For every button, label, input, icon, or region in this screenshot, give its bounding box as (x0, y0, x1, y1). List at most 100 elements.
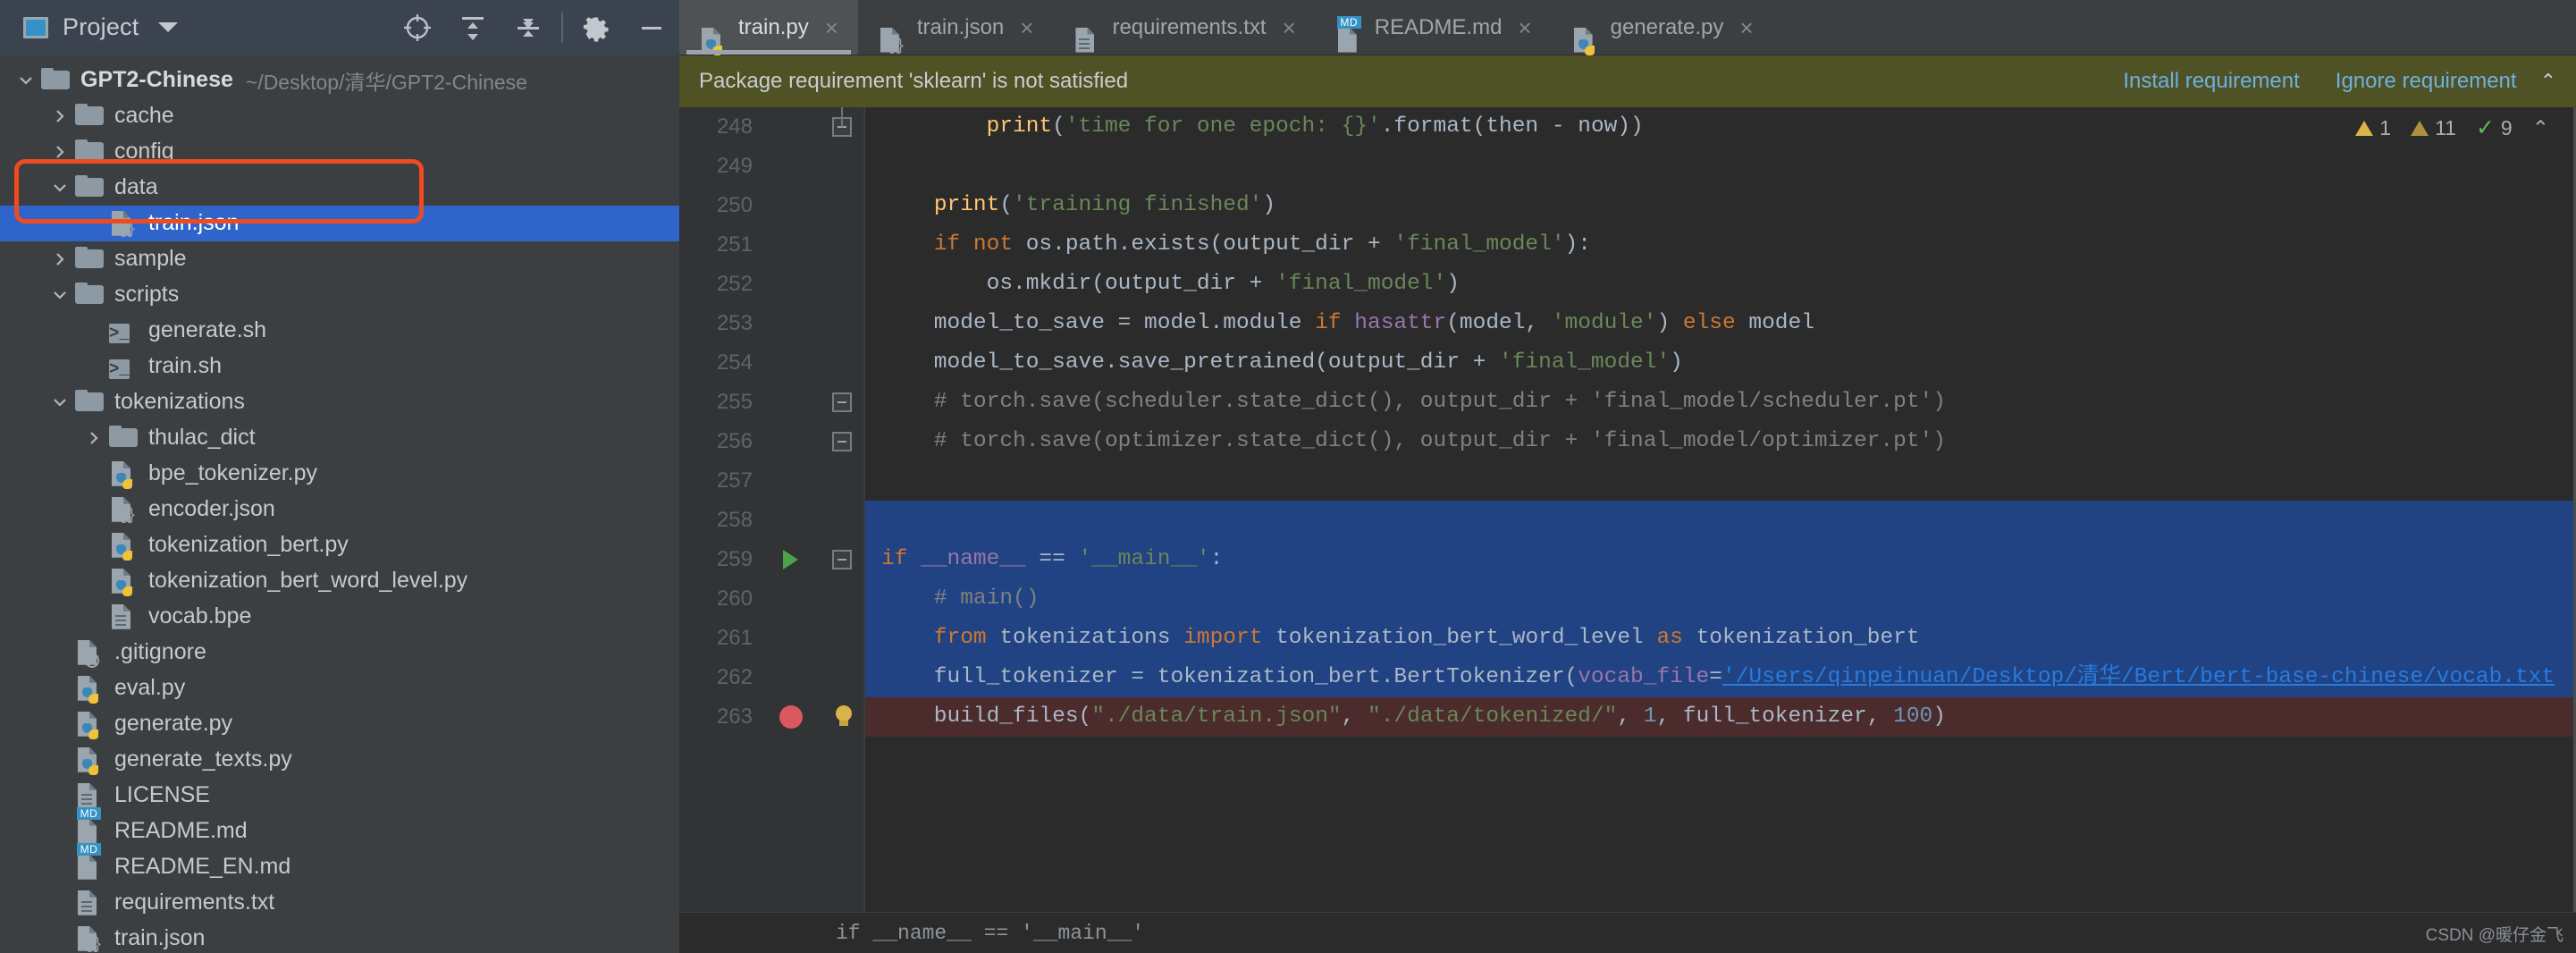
tree-item-readme-md[interactable]: MDREADME.md (0, 814, 679, 849)
hide-panel-icon[interactable] (624, 0, 679, 55)
close-icon[interactable]: × (1518, 16, 1531, 39)
tree-item-config[interactable]: config (0, 134, 679, 170)
editor-tab-bar[interactable]: train.py×{}train.json×requirements.txt×M… (679, 0, 2576, 55)
inspection-warnings[interactable]: 1 (2355, 116, 2391, 140)
tree-item-train-json[interactable]: {}train.json (0, 206, 679, 241)
close-icon[interactable]: × (825, 16, 838, 39)
run-gutter-icon[interactable] (783, 550, 798, 569)
tree-item-encoder-json[interactable]: {}encoder.json (0, 492, 679, 527)
inspection-weak-warnings[interactable]: 11 (2411, 116, 2456, 140)
code-editor[interactable]: 2482492502512522532542552562572582592602… (679, 107, 2576, 912)
code-line[interactable]: model_to_save.save_pretrained(output_dir… (863, 343, 2576, 383)
tree-item-tokenization-bert-word-level-py[interactable]: tokenization_bert_word_level.py (0, 563, 679, 599)
line-number: 256 (679, 422, 769, 461)
code-line[interactable] (863, 501, 2576, 540)
tree-item-thulac-dict[interactable]: thulac_dict (0, 420, 679, 456)
code-line[interactable]: os.mkdir(output_dir + 'final_model') (863, 265, 2576, 304)
watermark: CSDN @暖仔金飞 (2426, 922, 2563, 946)
code-line[interactable]: print('training finished') (863, 186, 2576, 225)
code-line[interactable]: # torch.save(scheduler.state_dict(), out… (863, 383, 2576, 422)
tree-item-license[interactable]: LICENSE (0, 778, 679, 814)
chevron-right-icon[interactable] (48, 140, 72, 164)
breakpoint-icon[interactable] (779, 705, 803, 729)
intention-bulb-icon[interactable] (833, 705, 854, 729)
tree-item-sample[interactable]: sample (0, 241, 679, 277)
tab-label: requirements.txt (1112, 15, 1266, 40)
line-number: 258 (679, 501, 769, 540)
notification-collapse-icon[interactable]: ⌃ (2540, 70, 2556, 93)
editor-tab-train-py[interactable]: train.py× (679, 0, 858, 55)
tab-label: README.md (1375, 15, 1503, 40)
fold-toggle-icon[interactable] (832, 550, 852, 569)
warning-count: 1 (2379, 116, 2391, 140)
tree-item-eval-py[interactable]: eval.py (0, 670, 679, 706)
code-line[interactable]: from tokenizations import tokenization_b… (863, 619, 2576, 658)
tree-item-label: train.json (148, 212, 239, 234)
settings-gear-icon[interactable] (568, 0, 624, 55)
tree-spacer (82, 319, 105, 342)
tree-item-scripts[interactable]: scripts (0, 277, 679, 313)
expand-all-icon[interactable] (445, 0, 501, 55)
tree-spacer (48, 713, 72, 736)
code-line[interactable]: full_tokenizer = tokenization_bert.BertT… (863, 658, 2576, 697)
tree-item-bpe-tokenizer-py[interactable]: bpe_tokenizer.py (0, 456, 679, 492)
tree-item-generate-py[interactable]: generate.py (0, 706, 679, 742)
chevron-down-icon[interactable] (48, 283, 72, 307)
chevron-down-icon[interactable] (48, 176, 72, 199)
chevron-down-icon[interactable] (158, 22, 178, 32)
project-file-tree[interactable]: GPT2-Chinese~/Desktop/清华/GPT2-Chinesecac… (0, 55, 679, 953)
code-line[interactable]: if __name__ == '__main__': (863, 540, 2576, 579)
code-line[interactable]: model_to_save = model.module if hasattr(… (863, 304, 2576, 343)
tree-spacer (82, 498, 105, 521)
editor-tab-requirements-txt[interactable]: requirements.txt × (1053, 0, 1315, 55)
editor-tab-generate-py[interactable]: generate.py× (1552, 0, 1773, 55)
code-line[interactable]: # torch.save(optimizer.state_dict(), out… (863, 422, 2576, 461)
close-icon[interactable]: × (1283, 16, 1296, 39)
gutter-marker-column[interactable] (769, 107, 822, 912)
tree-item-tokenizations[interactable]: tokenizations (0, 384, 679, 420)
code-line[interactable] (863, 461, 2576, 501)
chevron-down-icon[interactable] (14, 69, 38, 92)
tree-item-gpt2-chinese[interactable]: GPT2-Chinese~/Desktop/清华/GPT2-Chinese (0, 63, 679, 98)
tree-item-generate-texts-py[interactable]: generate_texts.py (0, 742, 679, 778)
tree-item-train-json[interactable]: {}train.json (0, 921, 679, 953)
tree-spacer (48, 891, 72, 915)
inspection-widget[interactable]: 1 11 ✓ 9 ⌃ (2355, 116, 2549, 140)
editor-tab-readme-md[interactable]: MDREADME.md× (1316, 0, 1552, 55)
line-number: 251 (679, 225, 769, 265)
code-content[interactable]: print('time for one epoch: {}'.format(th… (863, 107, 2576, 912)
inspection-ok[interactable]: ✓ 9 (2476, 116, 2513, 140)
editor-tab-train-json[interactable]: {}train.json× (858, 0, 1054, 55)
code-folding-column[interactable] (822, 107, 863, 912)
chevron-right-icon[interactable] (48, 105, 72, 128)
code-line[interactable]: build_files("./data/train.json", "./data… (863, 697, 2576, 737)
tree-item-cache[interactable]: cache (0, 98, 679, 134)
warning-triangle-icon (2355, 121, 2373, 136)
inspection-collapse-icon[interactable]: ⌃ (2532, 116, 2549, 140)
tree-item-readme-en-md[interactable]: MDREADME_EN.md (0, 849, 679, 885)
fold-toggle-icon[interactable] (832, 392, 852, 412)
code-line[interactable]: # main() (863, 579, 2576, 619)
code-line[interactable]: print('time for one epoch: {}'.format(th… (863, 107, 2576, 147)
collapse-all-icon[interactable] (501, 0, 556, 55)
chevron-right-icon[interactable] (82, 426, 105, 450)
close-icon[interactable]: × (1020, 16, 1033, 39)
shell-script-icon: >_ (109, 359, 130, 379)
tree-item-train-sh[interactable]: >_train.sh (0, 349, 679, 384)
tree-item-generate-sh[interactable]: >_generate.sh (0, 313, 679, 349)
fold-toggle-icon[interactable] (832, 432, 852, 451)
locate-icon[interactable] (390, 0, 445, 55)
chevron-right-icon[interactable] (48, 248, 72, 271)
tree-item-requirements-txt[interactable]: requirements.txt (0, 885, 679, 921)
close-icon[interactable]: × (1739, 16, 1753, 39)
tree-item-tokenization-bert-py[interactable]: tokenization_bert.py (0, 527, 679, 563)
ignore-requirement-link[interactable]: Ignore requirement (2336, 69, 2517, 94)
chevron-down-icon[interactable] (48, 391, 72, 414)
code-line[interactable]: if not os.path.exists(output_dir + 'fina… (863, 225, 2576, 265)
tree-item--gitignore[interactable]: .gitignore (0, 635, 679, 670)
tree-item-label: GPT2-Chinese (80, 69, 233, 91)
tree-item-data[interactable]: data (0, 170, 679, 206)
install-requirement-link[interactable]: Install requirement (2123, 69, 2299, 94)
code-line[interactable] (863, 147, 2576, 186)
tree-item-vocab-bpe[interactable]: vocab.bpe (0, 599, 679, 635)
